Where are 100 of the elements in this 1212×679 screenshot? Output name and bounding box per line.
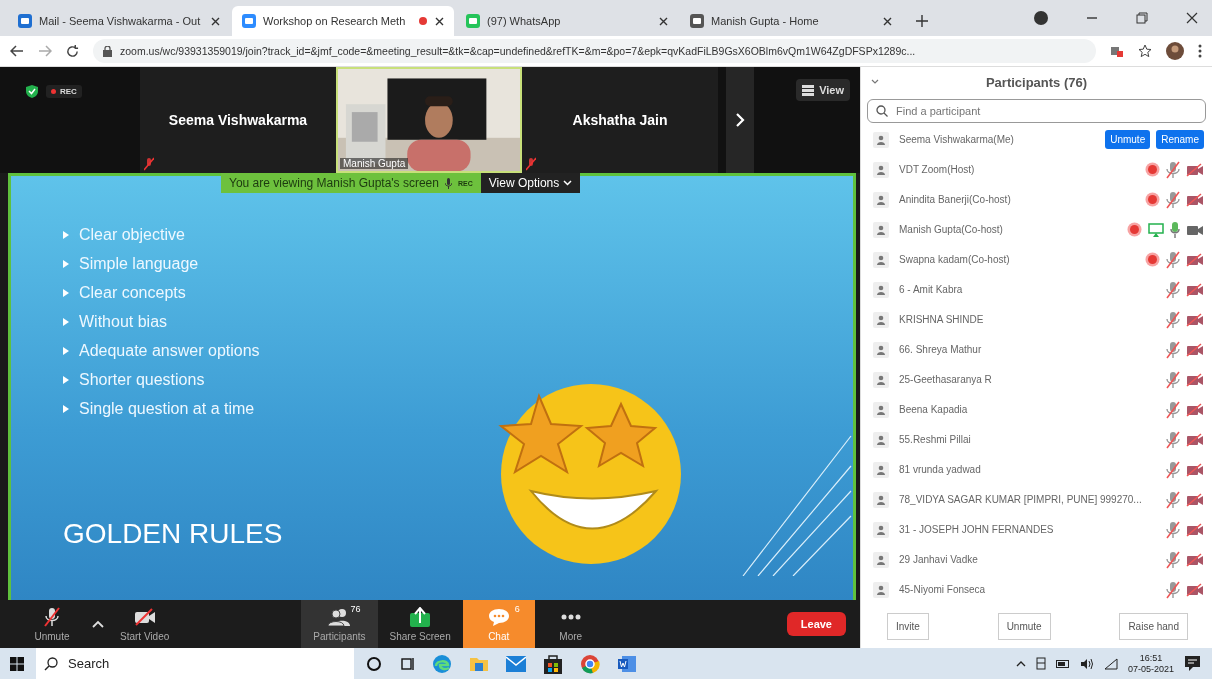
wifi-icon[interactable]: [1103, 657, 1118, 670]
bullet-icon: [63, 405, 69, 413]
browser-tab[interactable]: Manish Gupta - Home: [680, 6, 902, 36]
extension-icon[interactable]: [1110, 44, 1124, 58]
participant-name: Seema Vishwakarma(Me): [899, 134, 1014, 146]
taskbar-search-field[interactable]: Search: [36, 648, 354, 679]
menu-icon[interactable]: [1198, 44, 1202, 58]
banner-text: You are viewing Manish Gupta's screen: [229, 176, 439, 190]
chevron-down-icon[interactable]: [871, 79, 879, 84]
edge-icon[interactable]: [432, 653, 452, 674]
avatar-icon: [873, 461, 889, 478]
participant-name: 31 - JOSEPH JOHN FERNANDES: [899, 524, 1054, 536]
slide-title: GOLDEN RULES: [63, 518, 283, 550]
bullet-text: Adequate answer options: [79, 342, 260, 360]
close-icon[interactable]: [435, 16, 444, 26]
share-button[interactable]: Share Screen: [377, 600, 463, 648]
profile-icon[interactable]: [1034, 11, 1048, 25]
volume-icon[interactable]: [1079, 657, 1094, 670]
avatar-icon: [873, 311, 889, 328]
tab-title: Mail - Seema Vishwakarma - Out: [39, 15, 202, 27]
avatar-icon: [873, 491, 889, 508]
participant-name: Manish Gupta: [340, 158, 409, 169]
participants-button[interactable]: 76 Participants: [301, 600, 378, 648]
participant-name: 78_VIDYA SAGAR KUMAR [PIMPRI, PUNE] 999270...: [899, 494, 1142, 506]
footer-button[interactable]: Unmute: [997, 612, 1051, 640]
participant-name: 81 vrunda yadwad: [899, 464, 981, 476]
participant-name: Beena Kapadia: [899, 404, 968, 416]
muted-mic-icon: [44, 607, 60, 627]
video-button[interactable]: Start Video: [108, 600, 182, 648]
participant-name: 66. Shreya Mathur: [899, 344, 982, 356]
bullet-text: Without bias: [79, 313, 168, 331]
bullet-text: Single question at a time: [79, 400, 255, 418]
avatar-icon[interactable]: [1166, 42, 1184, 60]
task-view-icon[interactable]: [399, 655, 415, 672]
browser-tab[interactable]: Mail - Seema Vishwakarma - Out: [8, 6, 230, 36]
back-icon[interactable]: [10, 45, 24, 57]
video-off-icon: [133, 608, 156, 626]
participant-search-input[interactable]: Find a participant: [867, 98, 1206, 123]
participant-name: Akshatha Jain: [572, 112, 668, 128]
share-screen-icon: [409, 607, 432, 627]
cortana-icon[interactable]: [366, 655, 382, 672]
browser-tab[interactable]: Workshop on Research Meth: [232, 6, 454, 36]
bullet-text: Shorter questions: [79, 371, 205, 389]
avatar-icon: [873, 191, 889, 208]
meet-now-icon[interactable]: [1035, 657, 1046, 670]
view-options-button[interactable]: View Options: [480, 173, 581, 193]
participant-name: Swapna kadam(Co-host): [899, 254, 1010, 266]
restore-icon[interactable]: [1136, 12, 1148, 24]
avatar-icon: [873, 161, 889, 178]
site-icon: [18, 14, 32, 28]
participant-name: Anindita Banerji(Co-host): [899, 194, 1011, 206]
reload-icon[interactable]: [66, 44, 79, 58]
search-icon: [44, 656, 58, 671]
chrome-icon[interactable]: [580, 653, 600, 674]
more-button[interactable]: More: [534, 600, 607, 648]
avatar-icon: [873, 551, 889, 568]
tab-title: (97) WhatsApp: [487, 15, 562, 27]
chat-icon: [487, 608, 510, 626]
tab-title: Workshop on Research Meth: [263, 15, 407, 27]
clock-time: 16:51: [1139, 652, 1163, 664]
avatar-icon: [873, 221, 889, 238]
mail-icon[interactable]: [506, 655, 526, 672]
participant-action-button[interactable]: Unmute: [1105, 130, 1151, 150]
avatar-icon: [873, 131, 889, 148]
bullet-text: Clear objective: [79, 226, 185, 244]
notification-icon[interactable]: [1184, 654, 1202, 673]
view-button[interactable]: View: [796, 79, 850, 101]
word-icon[interactable]: [617, 654, 637, 673]
store-icon[interactable]: [543, 653, 563, 674]
participant-name: 55.Reshmi Pillai: [899, 434, 971, 446]
leave-button[interactable]: Leave: [786, 612, 846, 636]
avatar-icon: [873, 431, 889, 448]
more-icon: [560, 614, 581, 620]
participant-name: 29 Janhavi Vadke: [899, 554, 978, 566]
caret-up-icon[interactable]: [1015, 660, 1026, 667]
battery-icon[interactable]: [1055, 659, 1070, 668]
new-tab-icon[interactable]: [916, 15, 928, 27]
participant-name: 45-Niyomi Fonseca: [899, 584, 986, 596]
star-icon[interactable]: [1138, 44, 1152, 58]
bullet-text: Simple language: [79, 255, 199, 273]
browser-tab[interactable]: (97) WhatsApp: [456, 6, 678, 36]
mic-button[interactable]: Unmute: [16, 600, 88, 648]
count-label: 6: [514, 604, 520, 614]
recording-badge: REC: [46, 85, 82, 98]
avatar-icon: [873, 371, 889, 388]
lock-icon: [103, 45, 112, 57]
close-icon[interactable]: [211, 16, 220, 26]
close-icon[interactable]: [1186, 12, 1198, 24]
grid-icon: [802, 84, 815, 96]
windows-start-icon[interactable]: [10, 656, 24, 671]
participant-action-button[interactable]: Rename: [1156, 130, 1204, 150]
close-icon[interactable]: [659, 16, 668, 26]
close-icon[interactable]: [883, 16, 892, 26]
footer-button[interactable]: Invite: [887, 612, 929, 640]
bullet-icon: [63, 231, 69, 239]
site-icon: [466, 14, 480, 28]
participant-name: VDT Zoom(Host): [899, 164, 975, 176]
footer-button[interactable]: Raise hand: [1119, 612, 1188, 640]
avatar-icon: [873, 341, 889, 358]
address-bar[interactable]: zoom.us/wc/93931359019/join?track_id=&jmf_code=&meeting_result=&tk=&cap=undefined&refTK=&m=&po=7&epk=qvKadFiLB9GsX6OBlm6vQm1W64ZgDFSPx1289c...: [93, 39, 1096, 63]
